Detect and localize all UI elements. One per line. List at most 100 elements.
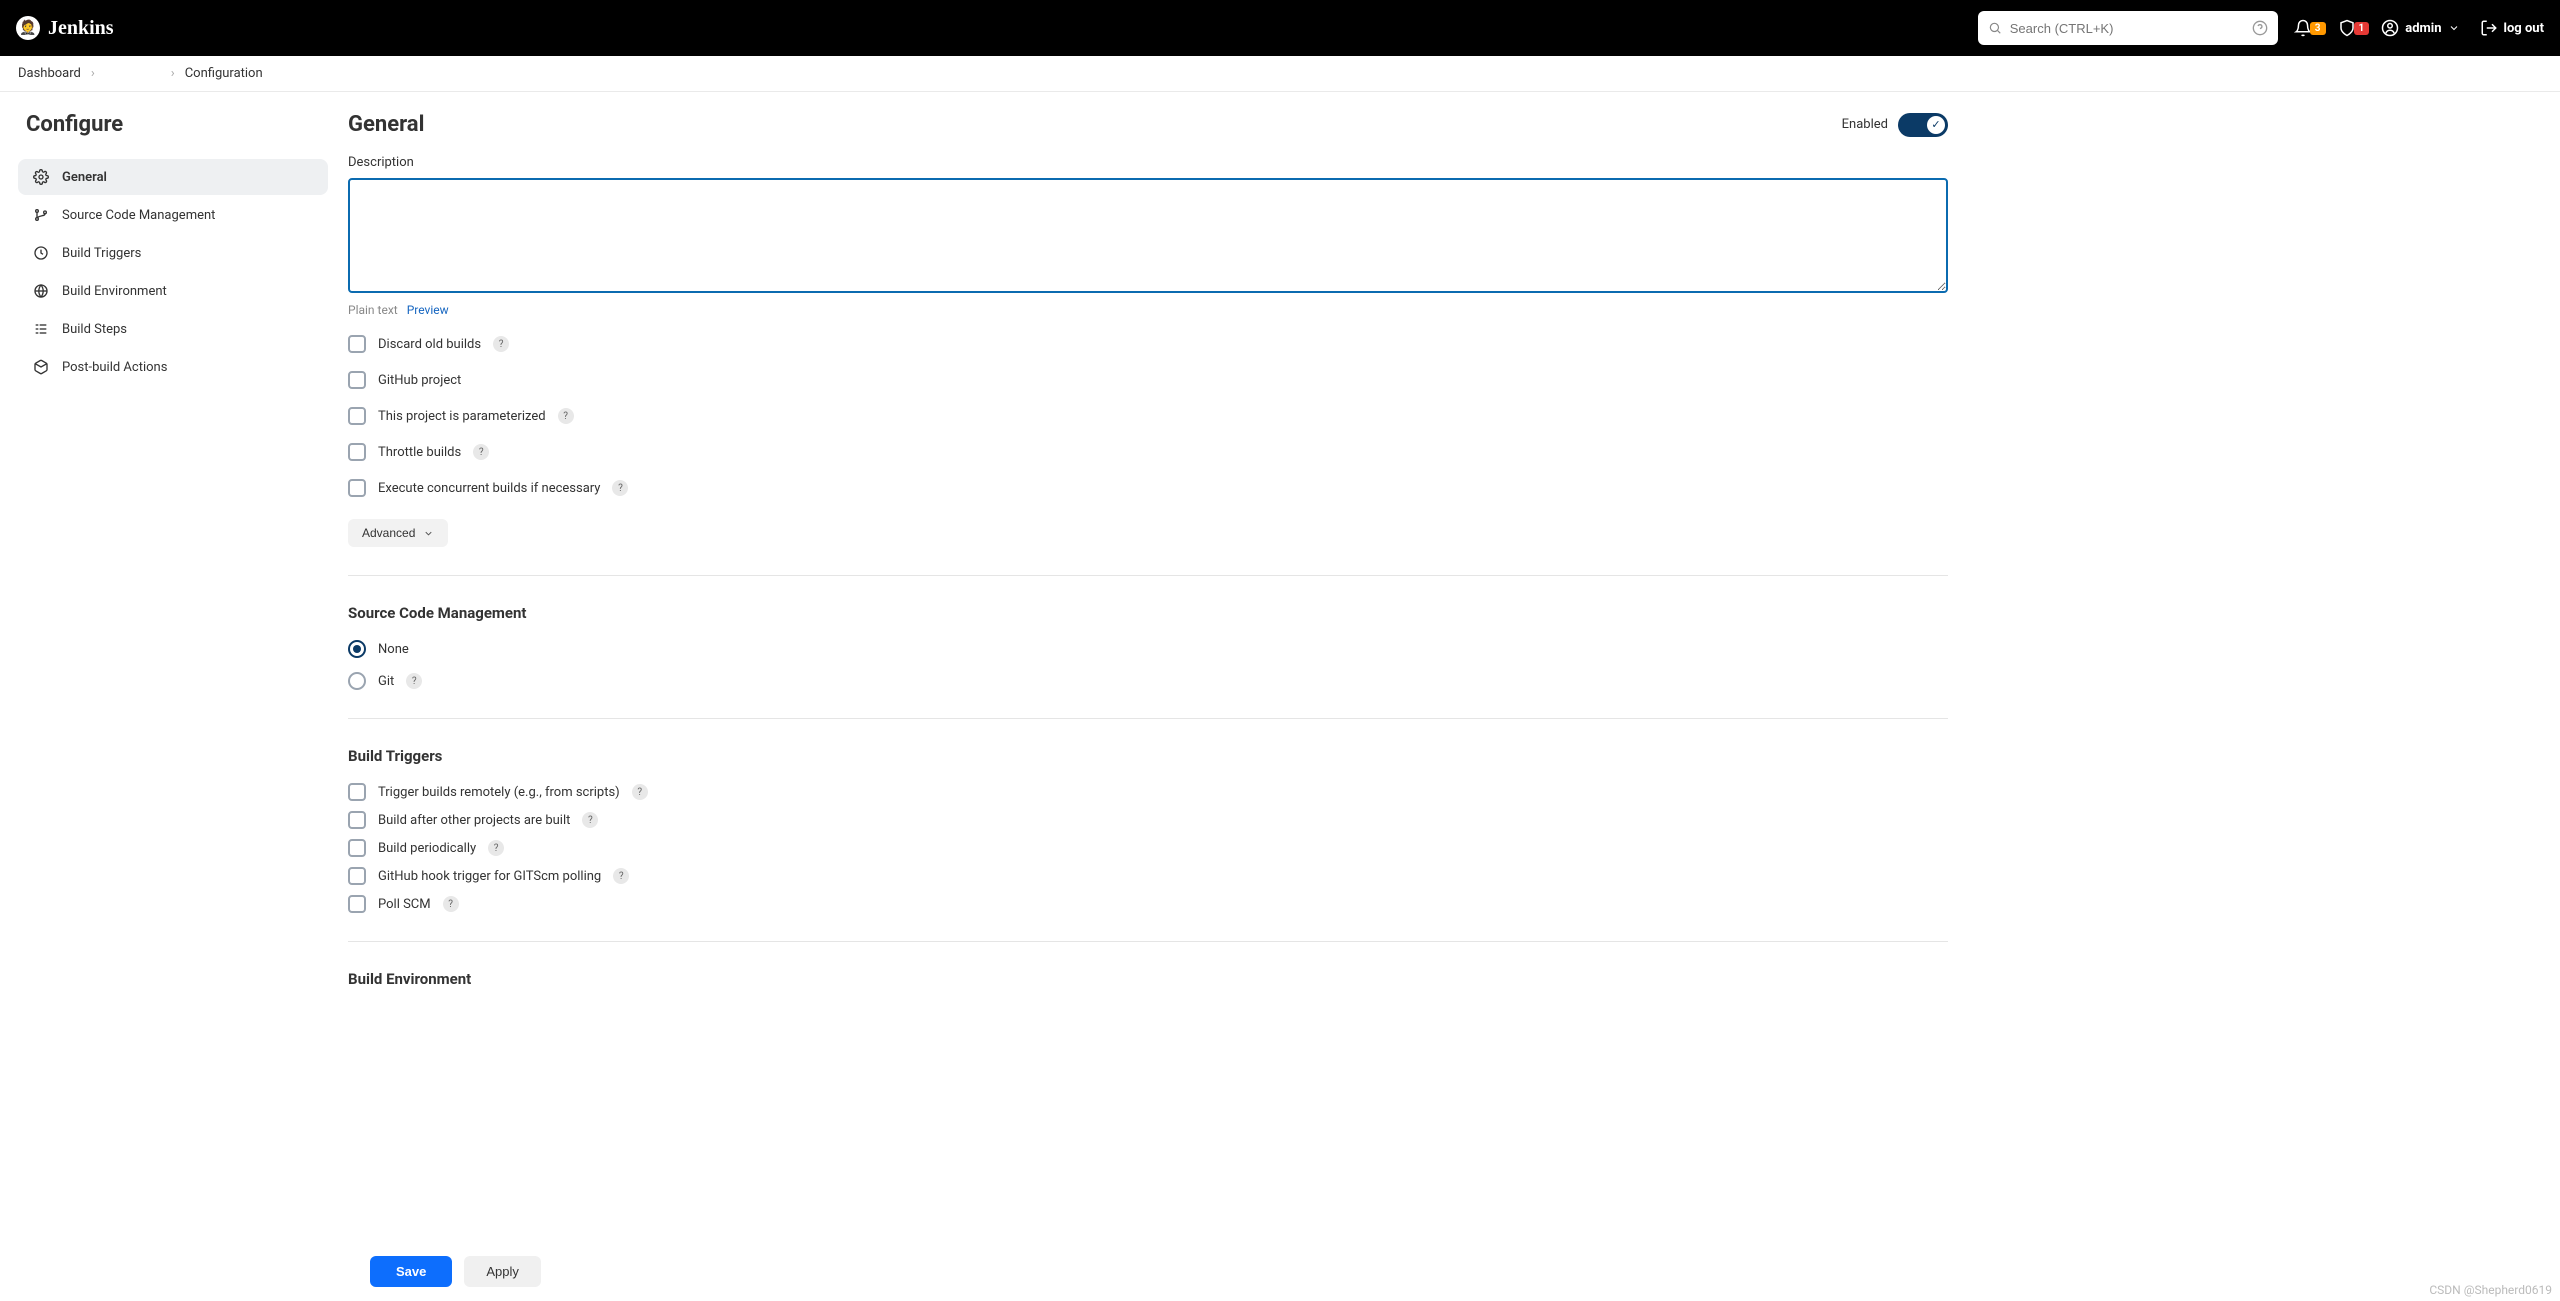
scm-title: Source Code Management [348, 604, 1948, 622]
shield-icon[interactable]: 1 [2338, 19, 2370, 37]
help-icon[interactable]: ? [613, 868, 629, 884]
sidebar-item-environment[interactable]: Build Environment [18, 273, 328, 309]
divider [348, 718, 1948, 719]
throttle-row: Throttle builds ? [348, 443, 1948, 461]
logout-button[interactable]: log out [2480, 19, 2544, 37]
trigger-poll-checkbox[interactable] [348, 895, 366, 913]
logo[interactable]: 🤵 Jenkins [16, 16, 114, 40]
apply-button[interactable]: Apply [464, 1256, 541, 1287]
trigger-githook-label: GitHub hook trigger for GITScm polling [378, 869, 601, 884]
user-icon [2381, 19, 2399, 37]
github-project-row: GitHub project [348, 371, 1948, 389]
help-icon[interactable]: ? [488, 840, 504, 856]
sidebar-item-label: Post-build Actions [62, 360, 167, 375]
logout-icon [2480, 19, 2498, 37]
enabled-toggle-wrap: Enabled ✓ [1842, 113, 1948, 137]
branch-icon [32, 207, 50, 223]
search-input[interactable] [2010, 21, 2244, 36]
github-project-checkbox[interactable] [348, 371, 366, 389]
bell-icon[interactable]: 3 [2294, 19, 2326, 37]
env-title: Build Environment [348, 970, 1948, 988]
sidebar-item-triggers[interactable]: Build Triggers [18, 235, 328, 271]
notif-badge: 3 [2310, 22, 2326, 35]
advanced-label: Advanced [362, 526, 415, 540]
discard-old-builds-checkbox[interactable] [348, 335, 366, 353]
globe-icon [32, 283, 50, 299]
header-icons: 3 1 admin log out [2294, 19, 2544, 37]
trigger-after-checkbox[interactable] [348, 811, 366, 829]
sidebar-item-label: Source Code Management [62, 208, 215, 223]
divider [348, 941, 1948, 942]
chevron-right-icon: › [91, 66, 95, 81]
throttle-label: Throttle builds [378, 445, 461, 460]
help-icon[interactable]: ? [632, 784, 648, 800]
parameterized-label: This project is parameterized [378, 409, 546, 424]
sidebar-title: Configure [18, 112, 328, 137]
search-help-icon[interactable] [2252, 20, 2268, 36]
crumb-dashboard[interactable]: Dashboard [18, 66, 81, 81]
trigger-after-row: Build after other projects are built ? [348, 811, 1948, 829]
concurrent-row: Execute concurrent builds if necessary ? [348, 479, 1948, 497]
concurrent-checkbox[interactable] [348, 479, 366, 497]
sidebar-item-scm[interactable]: Source Code Management [18, 197, 328, 233]
trigger-periodic-row: Build periodically ? [348, 839, 1948, 857]
gear-icon [32, 169, 50, 185]
crumb-configuration[interactable]: Configuration [185, 66, 263, 81]
trigger-after-label: Build after other projects are built [378, 813, 570, 828]
trigger-poll-label: Poll SCM [378, 897, 431, 912]
trigger-periodic-checkbox[interactable] [348, 839, 366, 857]
help-icon[interactable]: ? [406, 673, 422, 689]
sidebar-item-steps[interactable]: Build Steps [18, 311, 328, 347]
trigger-remote-checkbox[interactable] [348, 783, 366, 801]
logout-label: log out [2504, 21, 2544, 36]
enabled-toggle[interactable]: ✓ [1898, 113, 1948, 137]
sidebar-item-label: Build Steps [62, 322, 127, 337]
username: admin [2405, 21, 2441, 36]
trigger-githook-checkbox[interactable] [348, 867, 366, 885]
user-menu[interactable]: admin [2381, 19, 2459, 37]
description-textarea[interactable] [348, 178, 1948, 293]
concurrent-label: Execute concurrent builds if necessary [378, 481, 600, 496]
preview-link[interactable]: Preview [407, 303, 449, 317]
help-icon[interactable]: ? [473, 444, 489, 460]
box-arrow-icon [32, 359, 50, 375]
discard-old-builds-row: Discard old builds ? [348, 335, 1948, 353]
brand-text: Jenkins [48, 17, 114, 40]
trigger-remote-label: Trigger builds remotely (e.g., from scri… [378, 785, 620, 800]
discard-old-builds-label: Discard old builds [378, 337, 481, 352]
clock-arrow-icon [32, 245, 50, 261]
parameterized-checkbox[interactable] [348, 407, 366, 425]
general-title: General [348, 112, 424, 137]
scm-git-radio[interactable] [348, 672, 366, 690]
save-button[interactable]: Save [370, 1256, 452, 1287]
plain-text-label: Plain text [348, 303, 398, 317]
advanced-button[interactable]: Advanced [348, 519, 448, 547]
trigger-periodic-label: Build periodically [378, 841, 476, 856]
help-icon[interactable]: ? [493, 336, 509, 352]
triggers-title: Build Triggers [348, 747, 1948, 765]
sidebar-item-postbuild[interactable]: Post-build Actions [18, 349, 328, 385]
sidebar: Configure General Source Code Management… [18, 112, 348, 1193]
search-box[interactable] [1978, 11, 2278, 45]
bottom-bar: Save Apply [0, 1242, 2560, 1301]
search-icon [1988, 21, 2002, 35]
chevron-down-icon [423, 528, 434, 539]
sidebar-item-general[interactable]: General [18, 159, 328, 195]
divider [348, 575, 1948, 576]
help-icon[interactable]: ? [443, 896, 459, 912]
help-icon[interactable]: ? [558, 408, 574, 424]
help-icon[interactable]: ? [612, 480, 628, 496]
throttle-checkbox[interactable] [348, 443, 366, 461]
trigger-poll-row: Poll SCM ? [348, 895, 1948, 913]
chevron-right-icon: › [171, 66, 175, 81]
description-mode: Plain text Preview [348, 303, 1948, 317]
sidebar-item-label: Build Triggers [62, 246, 141, 261]
scm-none-row: None [348, 640, 1948, 658]
chevron-down-icon [2448, 22, 2460, 34]
security-badge: 1 [2354, 22, 2370, 35]
description-label: Description [348, 155, 1948, 170]
help-icon[interactable]: ? [582, 812, 598, 828]
scm-none-radio[interactable] [348, 640, 366, 658]
sidebar-item-label: Build Environment [62, 284, 167, 299]
check-icon: ✓ [1927, 116, 1945, 134]
